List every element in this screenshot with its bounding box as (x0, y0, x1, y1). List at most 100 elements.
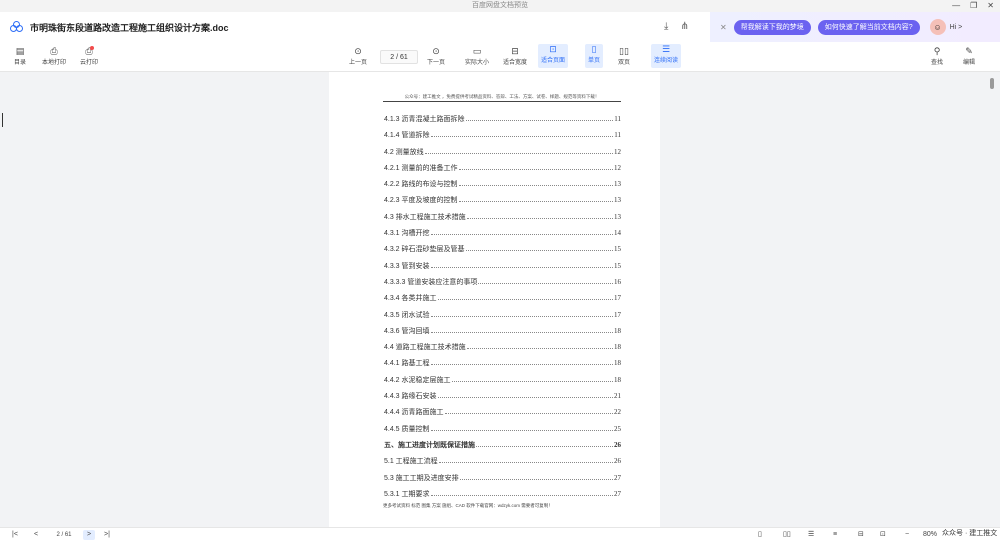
window-controls: — ❐ ✕ (952, 0, 994, 12)
toc-entry[interactable]: 4.3.6 管沟回填 18 (384, 326, 621, 342)
toc-entry[interactable]: 4.3.3.3 管道安装应注意的事项 16 (384, 277, 621, 293)
toc-entry[interactable]: 4.3.4 各类井施工 17 (384, 293, 621, 309)
continuous-view-icon[interactable]: ☰ (808, 530, 814, 540)
page-footer: 更多考试资料 标范 图集 方案 施组、CAD 软件下载官网：wdzyk.com … (383, 503, 553, 508)
last-page-icon[interactable]: >| (104, 530, 110, 540)
prev-page-button[interactable]: ⊙ 上一页 (349, 46, 367, 66)
toc-entry[interactable]: 4.1.4 管道拆除 11 (384, 130, 621, 146)
actual-size-button[interactable]: ▭ 实际大小 (465, 46, 489, 66)
toc-entry-page: 18 (614, 326, 621, 335)
toc-entry-page: 26 (614, 457, 621, 466)
os-titlebar: 百度网盘文档预览 (0, 0, 1000, 12)
single-view-icon[interactable]: ▯ (758, 530, 762, 540)
maximize-button[interactable]: ❐ (970, 0, 977, 12)
toc-leader-dots (430, 327, 613, 333)
fit-width-button[interactable]: ⊟ 适合宽度 (503, 46, 527, 66)
toc-leader-dots (424, 148, 613, 154)
toc-entry-title: 4.3.3 管到安装 (384, 262, 430, 270)
toc-entry-title: 4.1.4 管道拆除 (384, 132, 430, 140)
toc-entry[interactable]: 5.3 施工工期及进度安排 27 (384, 473, 621, 489)
toc-leader-dots (430, 262, 613, 268)
toc-entry-page: 17 (614, 294, 621, 303)
toc-entry-title: 4.2 测量放线 (384, 148, 424, 156)
search-icon: ⚲ (933, 46, 941, 56)
toc-entry[interactable]: 4.2 测量放线 12 (384, 147, 621, 163)
prev-page-icon[interactable]: < (34, 530, 38, 540)
close-icon[interactable]: ✕ (720, 23, 727, 32)
toc-entry-page: 25 (614, 424, 621, 433)
close-window-button[interactable]: ✕ (987, 0, 994, 12)
toc-entry[interactable]: 4.3.2 碎石混砂垫层及管基 15 (384, 244, 621, 260)
vertical-scrollbar[interactable] (990, 78, 994, 89)
scroll-view-icon[interactable]: ≡ (833, 530, 837, 540)
ai-suggestion-chip[interactable]: 如何快速了解当前文档内容? (817, 19, 920, 35)
arrow-up-circle-icon: ⊙ (354, 46, 362, 56)
zoom-out-icon[interactable]: − (905, 530, 909, 540)
fit-page-icon: ⊡ (549, 44, 557, 54)
toc-leader-dots (430, 229, 613, 236)
toc-entry-title: 4.4.4 沥青路面施工 (384, 409, 444, 417)
double-view-icon[interactable]: ▯▯ (783, 530, 791, 540)
cloud-print-button[interactable]: ⎙ 云打印 (80, 46, 98, 66)
ai-greeting[interactable]: Hi > (950, 24, 963, 31)
fit-width-icon: ⊟ (511, 46, 519, 56)
fit-page-small-icon[interactable]: ⊡ (880, 530, 886, 540)
toc-entry[interactable]: 4.3 排水工程施工技术措施 13 (384, 212, 621, 228)
toc-entry[interactable]: 4.4.3 路缘石安装 21 (384, 391, 621, 407)
next-page-icon[interactable]: > (83, 530, 95, 540)
double-page-button[interactable]: ▯▯ 双页 (618, 46, 630, 66)
continuous-reading-button[interactable]: ☰ 连续阅读 (651, 44, 682, 68)
toc-entry[interactable]: 4.4.4 沥青路面施工 22 (384, 407, 621, 423)
toc-button[interactable]: ▤ 目录 (14, 46, 26, 66)
toc-entry-title: 4.2.1 测量前的准备工作 (384, 164, 458, 172)
toc-entry-title: 4.4.5 质量控制 (384, 425, 430, 433)
toc-entry[interactable]: 4.4.5 质量控制 25 (384, 424, 621, 440)
toc-entry[interactable]: 4.2.1 测量前的准备工作 12 (384, 163, 621, 179)
ai-suggestion-chip[interactable]: 帮我解读下我的梦境 (733, 19, 811, 35)
find-button[interactable]: ⚲ 查找 (931, 46, 943, 66)
toc-entry-title: 5.1 工程施工流程 (384, 458, 438, 466)
toc-entry-page: 11 (614, 115, 621, 123)
toc-leader-dots (438, 457, 613, 464)
toc-entry[interactable]: 4.4.1 路基工程 18 (384, 358, 621, 374)
title-actions: ⤓ ⋔ (664, 21, 689, 32)
toc-entry[interactable]: 4.4 道路工程施工技术措施 18 (384, 342, 621, 358)
local-print-button[interactable]: ⎙ 本地打印 (42, 46, 66, 66)
toc-entry-title: 4.4 道路工程施工技术措施 (384, 344, 466, 352)
download-icon[interactable]: ⤓ (664, 21, 668, 32)
zoom-level[interactable]: 80% (923, 530, 937, 540)
toc-entry[interactable]: 4.1.3 沥青混凝土路面拆除 11 (384, 114, 621, 130)
fit-width-small-icon[interactable]: ⊟ (858, 530, 864, 540)
toc-leader-dots (465, 115, 614, 121)
document-page: 公众号：建工推文 ，免费提供考试精品资料、答辩、工法、方案、试卷、样题、规范等资… (329, 72, 660, 527)
toc-leader-dots (458, 180, 613, 187)
fit-page-button[interactable]: ⊡ 适合页面 (538, 44, 569, 68)
toc-entry[interactable]: 4.3.3 管到安装 15 (384, 261, 621, 277)
ai-avatar-icon[interactable]: ☺ (929, 19, 946, 35)
page-number-input[interactable]: 2 / 61 (380, 50, 418, 64)
toc-leader-dots (430, 311, 613, 317)
edit-button[interactable]: ✎ 编辑 (963, 46, 975, 66)
toc-leader-dots (476, 441, 613, 447)
first-page-icon[interactable]: |< (12, 530, 18, 540)
next-page-button[interactable]: ⊙ 下一页 (427, 46, 445, 66)
share-icon[interactable]: ⋔ (680, 21, 688, 32)
toc-entry[interactable]: 五、施工进度计划既保证措施 26 (384, 440, 621, 456)
toc-leader-dots (458, 164, 613, 170)
single-page-button[interactable]: ▯ 单页 (585, 44, 604, 68)
toc-entry[interactable]: 4.3.1 沟槽开挖 14 (384, 228, 621, 244)
toc-entry[interactable]: 4.2.2 路线的布设与控制 13 (384, 179, 621, 195)
toc-entry-title: 5.3 施工工期及进度安排 (384, 474, 459, 482)
toc-leader-dots (430, 131, 614, 138)
toc-entry[interactable]: 4.3.5 闭水试验 17 (384, 310, 621, 326)
bottom-page-indicator[interactable]: 2 / 61 (48, 530, 80, 540)
toc-entry[interactable]: 4.4.2 水泥稳定层施工 18 (384, 375, 621, 391)
watermark: 众众号 · 建工推文 (942, 530, 998, 537)
os-title: 百度网盘文档预览 (472, 2, 528, 9)
toc-leader-dots (444, 408, 613, 415)
toc-entry-page: 13 (614, 212, 621, 221)
toc-entry-page: 12 (614, 147, 621, 156)
minimize-button[interactable]: — (952, 0, 960, 12)
toc-entry[interactable]: 5.1 工程施工流程 26 (384, 456, 621, 472)
toc-entry[interactable]: 4.2.3 平度及坡度的控制 13 (384, 195, 621, 211)
